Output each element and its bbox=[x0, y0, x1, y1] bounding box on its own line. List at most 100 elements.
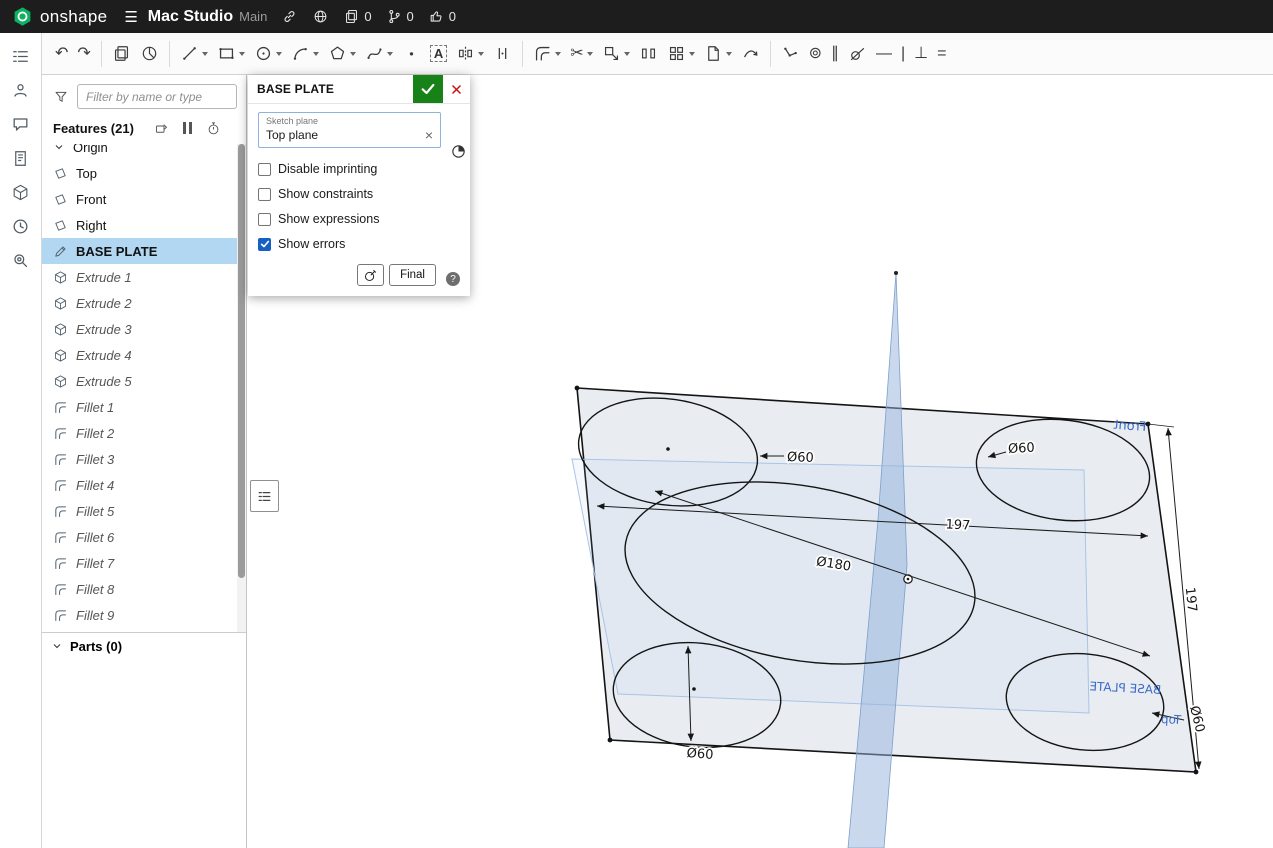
rail-follow-button[interactable] bbox=[11, 81, 30, 100]
clear-selection-icon[interactable]: × bbox=[425, 128, 433, 142]
point-tool-button[interactable] bbox=[398, 39, 425, 69]
help-icon[interactable]: ? bbox=[446, 272, 460, 286]
feature-item-right-plane[interactable]: Right bbox=[42, 212, 246, 238]
feature-list-scrollbar[interactable] bbox=[237, 144, 246, 632]
trim-tool-button[interactable]: ✂ bbox=[566, 39, 596, 69]
spline-tool-button[interactable] bbox=[361, 39, 397, 69]
onshape-logo-icon[interactable] bbox=[12, 6, 33, 27]
feature-item-origin[interactable]: Origin bbox=[42, 144, 246, 160]
feature-item-fillet[interactable]: Fillet 5 bbox=[42, 498, 246, 524]
dim-label-bottom-left[interactable]: Ø60 bbox=[684, 744, 715, 764]
option-show-errors[interactable]: Show errors bbox=[258, 237, 460, 251]
likes-button[interactable]: 0 bbox=[428, 8, 456, 25]
parts-section-header[interactable]: Parts (0) bbox=[42, 632, 246, 659]
feature-item-fillet[interactable]: Fillet 6 bbox=[42, 524, 246, 550]
dim-width-label[interactable]: 197 bbox=[943, 516, 972, 536]
offset-tool-button[interactable] bbox=[489, 39, 516, 69]
main-menu-icon[interactable]: ☰ bbox=[124, 8, 137, 26]
vertical-constraint-button[interactable]: | bbox=[897, 39, 909, 69]
feature-item-fillet[interactable]: Fillet 1 bbox=[42, 394, 246, 420]
redo-button[interactable]: ↷ bbox=[73, 39, 94, 69]
rectangle-tool-button[interactable] bbox=[213, 39, 249, 69]
plate-vertex[interactable] bbox=[574, 385, 580, 391]
rail-comments-button[interactable] bbox=[11, 115, 30, 134]
feature-item-extrude[interactable]: Extrude 1 bbox=[42, 264, 246, 290]
top-plane-outline[interactable] bbox=[571, 458, 1090, 714]
rail-feature-list-button[interactable] bbox=[11, 47, 30, 66]
undo-button[interactable]: ↶ bbox=[51, 39, 72, 69]
linear-pattern-button[interactable] bbox=[635, 39, 662, 69]
circle-center-point[interactable] bbox=[692, 687, 696, 691]
equal-constraint-button[interactable]: = bbox=[933, 39, 950, 69]
feature-tree-flyout-button[interactable] bbox=[250, 480, 279, 512]
rail-search-button[interactable] bbox=[11, 251, 30, 270]
document-title[interactable]: Mac Studio bbox=[148, 8, 233, 26]
rail-history-button[interactable] bbox=[11, 217, 30, 236]
import-dxf-button[interactable] bbox=[700, 39, 736, 69]
option-show-constraints[interactable]: Show constraints bbox=[258, 187, 460, 201]
feature-item-top-plane[interactable]: Top bbox=[42, 160, 246, 186]
feature-item-fillet[interactable]: Fillet 9 bbox=[42, 602, 246, 628]
mirror-tool-button[interactable] bbox=[452, 39, 488, 69]
transform-tool-button[interactable] bbox=[598, 39, 634, 69]
feature-item-extrude[interactable]: Extrude 2 bbox=[42, 290, 246, 316]
text-tool-button[interactable]: A bbox=[426, 39, 451, 69]
horizontal-constraint-button[interactable]: — bbox=[872, 39, 896, 69]
parallel-constraint-button[interactable]: ∥ bbox=[827, 39, 843, 69]
feature-item-front-plane[interactable]: Front bbox=[42, 186, 246, 212]
checkbox[interactable] bbox=[258, 187, 271, 201]
versions-button[interactable]: 0 bbox=[386, 8, 414, 25]
dim-label-top-left[interactable]: Ø60 bbox=[785, 448, 816, 467]
measure-tool-button[interactable] bbox=[737, 39, 764, 69]
checkbox[interactable] bbox=[258, 237, 271, 251]
copies-button[interactable]: 0 bbox=[343, 8, 372, 25]
brand-wordmark[interactable]: onshape bbox=[40, 7, 107, 27]
dim-height-label[interactable]: 197 bbox=[1180, 585, 1201, 615]
circle-center-point[interactable] bbox=[666, 447, 670, 451]
polygon-tool-button[interactable] bbox=[324, 39, 360, 69]
dim-label-top-right[interactable]: Ø60 bbox=[1006, 439, 1037, 459]
rail-notes-button[interactable] bbox=[11, 149, 30, 168]
final-button[interactable]: Final bbox=[389, 264, 436, 286]
feature-item-extrude[interactable]: Extrude 5 bbox=[42, 368, 246, 394]
filter-input[interactable] bbox=[77, 84, 237, 109]
plate-vertex[interactable] bbox=[1193, 769, 1199, 775]
circle-tool-button[interactable] bbox=[250, 39, 286, 69]
feature-item-base-plate-sketch[interactable]: BASE PLATE bbox=[42, 238, 246, 264]
feature-item-fillet[interactable]: Fillet 8 bbox=[42, 576, 246, 602]
feature-item-fillet[interactable]: Fillet 3 bbox=[42, 446, 246, 472]
sketch-view-toggle-button[interactable] bbox=[357, 264, 385, 286]
plane-orientation-icon[interactable] bbox=[450, 143, 467, 160]
arc-tool-button[interactable] bbox=[287, 39, 323, 69]
feature-item-fillet[interactable]: Fillet 7 bbox=[42, 550, 246, 576]
option-show-expressions[interactable]: Show expressions bbox=[258, 212, 460, 226]
workspace-name[interactable]: Main bbox=[239, 9, 267, 24]
option-disable-imprinting[interactable]: Disable imprinting bbox=[258, 162, 460, 176]
insert-feature-icon[interactable] bbox=[154, 121, 169, 136]
feature-item-extrude[interactable]: Extrude 4 bbox=[42, 342, 246, 368]
public-button[interactable] bbox=[312, 8, 329, 25]
accept-button[interactable] bbox=[413, 75, 443, 103]
fillet-tool-button[interactable] bbox=[529, 39, 565, 69]
checkbox[interactable] bbox=[258, 212, 271, 226]
suppress-pause-icon[interactable] bbox=[182, 122, 192, 134]
coincident-constraint-button[interactable] bbox=[777, 39, 804, 69]
feature-item-fillet[interactable]: Fillet 4 bbox=[42, 472, 246, 498]
tangent-constraint-button[interactable] bbox=[844, 39, 871, 69]
plate-vertex[interactable] bbox=[607, 737, 613, 743]
feature-item-extrude[interactable]: Extrude 3 bbox=[42, 316, 246, 342]
copy-tool-button[interactable] bbox=[108, 39, 135, 69]
sketch-plane-field[interactable]: Sketch plane Top plane × bbox=[258, 112, 441, 148]
graphics-viewport[interactable]: 197 197 Ø180 Ø60 Ø60 Ø60 Ø60 Front BASE … bbox=[247, 75, 1273, 848]
feature-item-fillet[interactable]: Fillet 10 bbox=[42, 628, 246, 632]
cancel-button[interactable] bbox=[443, 75, 470, 103]
perpendicular-constraint-button[interactable]: ⊥ bbox=[910, 39, 932, 69]
inspect-tool-button[interactable] bbox=[136, 39, 163, 69]
concentric-constraint-button[interactable]: ⊚ bbox=[805, 39, 826, 69]
rail-parts-button[interactable] bbox=[11, 183, 30, 202]
checkbox[interactable] bbox=[258, 162, 271, 176]
circular-pattern-button[interactable] bbox=[663, 39, 699, 69]
scrollbar-thumb[interactable] bbox=[238, 144, 245, 579]
line-tool-button[interactable] bbox=[176, 39, 212, 69]
filter-funnel-icon[interactable] bbox=[53, 89, 69, 105]
